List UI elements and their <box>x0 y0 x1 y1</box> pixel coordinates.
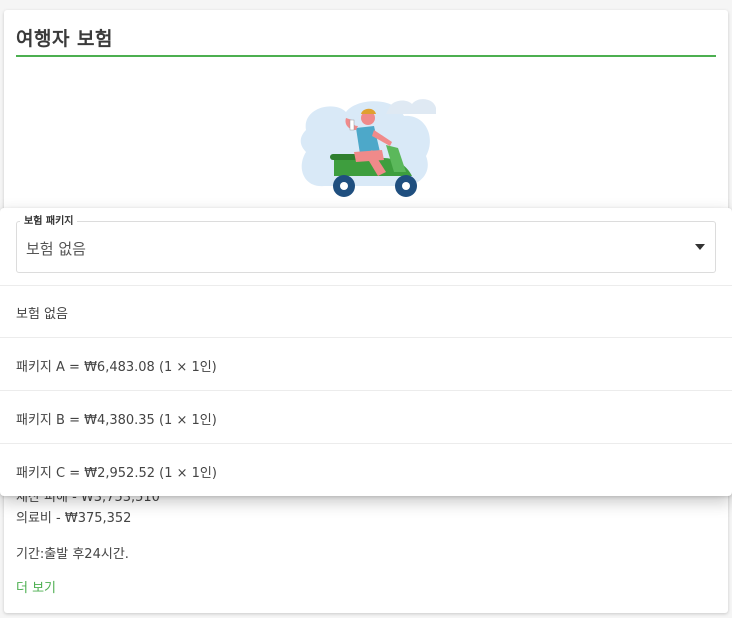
option-package-c[interactable]: 패키지 C = ₩2,952.52 (1 × 1인) <box>0 445 732 497</box>
insurance-package-select[interactable]: 보험 없음 <box>16 221 716 273</box>
option-label: 패키지 A = ₩6,483.08 (1 × 1인) <box>16 360 217 375</box>
caret-down-icon[interactable] <box>695 244 705 250</box>
option-label: 보험 없음 <box>16 307 68 322</box>
title-underline <box>16 55 716 57</box>
option-package-a[interactable]: 패키지 A = ₩6,483.08 (1 × 1인) <box>0 339 732 391</box>
select-value: 보험 없음 <box>26 240 86 258</box>
option-package-b[interactable]: 패키지 B = ₩4,380.35 (1 × 1인) <box>0 392 732 444</box>
scooter-rider-illustration <box>300 99 436 197</box>
select-legend: 보험 패키지 <box>20 212 78 227</box>
option-label: 패키지 B = ₩4,380.35 (1 × 1인) <box>16 413 217 428</box>
more-link[interactable]: 더 보기 <box>16 577 56 596</box>
card-title: 여행자 보험 <box>16 28 114 50</box>
option-label: 패키지 C = ₩2,952.52 (1 × 1인) <box>16 466 217 481</box>
insurance-package-dropdown: 보험 없음 보험 패키지 보험 없음 패키지 A = ₩6,483.08 (1 … <box>0 208 732 496</box>
option-no-insurance[interactable]: 보험 없음 <box>0 286 732 338</box>
period-text: 기간:출발 후24시간. <box>16 547 129 562</box>
medical-text: 의료비 - ₩375,352 <box>16 511 132 526</box>
